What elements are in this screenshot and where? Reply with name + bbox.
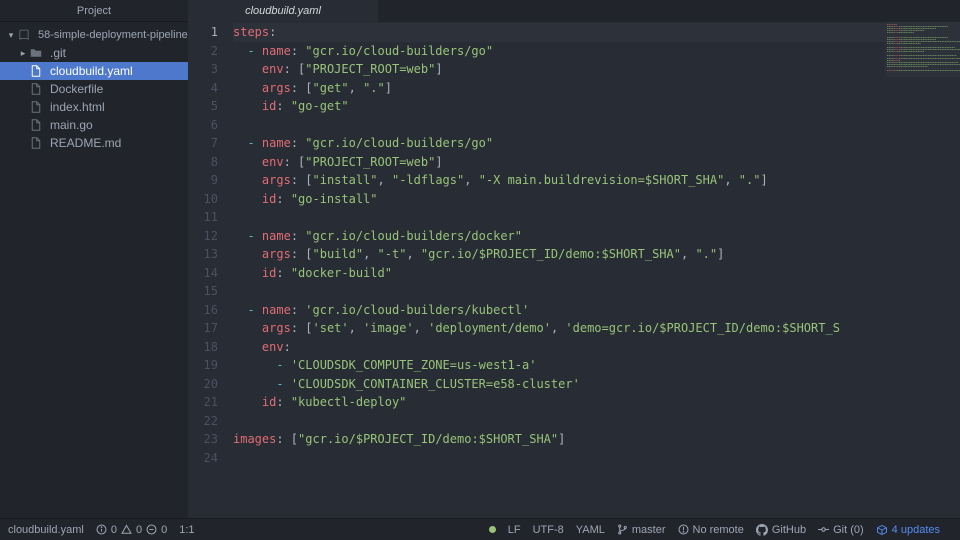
- file-icon: [30, 119, 44, 131]
- tree-label: README.md: [50, 136, 121, 150]
- status-cursor-pos[interactable]: 1:1: [179, 524, 194, 536]
- package-icon: [876, 524, 888, 536]
- line-gutter: 123456789101112131415161718192021222324: [188, 22, 233, 518]
- status-diagnostics[interactable]: 0 0 0: [96, 524, 167, 536]
- editor-pane: cloudbuild.yaml 123456789101112131415161…: [188, 0, 960, 518]
- tab-cloudbuild[interactable]: cloudbuild.yaml: [188, 0, 378, 22]
- status-git[interactable]: Git (0): [818, 524, 864, 536]
- chevron-down-icon: ▾: [6, 30, 16, 41]
- dot-icon: [489, 526, 496, 533]
- alert-icon: [678, 524, 689, 535]
- file-icon: [30, 65, 44, 77]
- status-updates[interactable]: 4 updates: [876, 524, 940, 536]
- tree-label: Dockerfile: [50, 82, 103, 96]
- tree-label: .git: [50, 46, 66, 60]
- folder--git[interactable]: ▸ .git: [0, 44, 188, 62]
- status-line-ending[interactable]: LF: [508, 524, 521, 536]
- status-filename[interactable]: cloudbuild.yaml: [8, 524, 84, 536]
- project-root[interactable]: ▾ 58-simple-deployment-pipeline: [0, 26, 188, 44]
- file-icon: [30, 137, 44, 149]
- file-README-md[interactable]: README.md: [0, 134, 188, 152]
- status-remote[interactable]: No remote: [678, 524, 744, 536]
- status-github[interactable]: GitHub: [756, 524, 806, 536]
- github-icon: [756, 524, 768, 536]
- status-branch[interactable]: master: [617, 524, 666, 536]
- folder-icon: [30, 47, 44, 59]
- sidebar: Project ▾ 58-simple-deployment-pipeline …: [0, 0, 188, 518]
- file-cloudbuild-yaml[interactable]: cloudbuild.yaml: [0, 62, 188, 80]
- commit-icon: [818, 524, 829, 535]
- code-content[interactable]: steps: - name: "gcr.io/cloud-builders/go…: [233, 22, 960, 518]
- file-Dockerfile[interactable]: Dockerfile: [0, 80, 188, 98]
- status-bar: cloudbuild.yaml 0 0 0 1:1 LF UTF-8 YAML …: [0, 518, 960, 540]
- minimap[interactable]: ▬▬▬▬▬▬▬▬▬▬▬▬▬▬▬▬▬▬▬▬▬▬▬▬▬▬▬▬▬▬▬▬▬▬▬▬▬▬▬▬…: [885, 22, 960, 77]
- tree-label: cloudbuild.yaml: [50, 64, 133, 78]
- tree-label: index.html: [50, 100, 105, 114]
- warning-icon: [121, 524, 132, 535]
- file-index-html[interactable]: index.html: [0, 98, 188, 116]
- tab-label: cloudbuild.yaml: [245, 5, 321, 17]
- tree-label: main.go: [50, 118, 93, 132]
- file-main-go[interactable]: main.go: [0, 116, 188, 134]
- error-icon: [146, 524, 157, 535]
- file-tree: ▾ 58-simple-deployment-pipeline ▸ .git clo…: [0, 22, 188, 152]
- info-icon: [96, 524, 107, 535]
- status-language[interactable]: YAML: [576, 524, 605, 536]
- status-encoding[interactable]: UTF-8: [533, 524, 564, 536]
- code-area[interactable]: 123456789101112131415161718192021222324 …: [188, 22, 960, 518]
- sidebar-title: Project: [0, 0, 188, 22]
- file-icon: [30, 101, 44, 113]
- file-icon: [30, 83, 44, 95]
- repo-icon: [18, 29, 32, 41]
- branch-icon: [617, 524, 628, 535]
- status-health[interactable]: [489, 526, 496, 533]
- tab-bar: cloudbuild.yaml: [188, 0, 960, 22]
- project-name: 58-simple-deployment-pipeline: [38, 29, 188, 41]
- chevron-right-icon: ▸: [18, 48, 28, 59]
